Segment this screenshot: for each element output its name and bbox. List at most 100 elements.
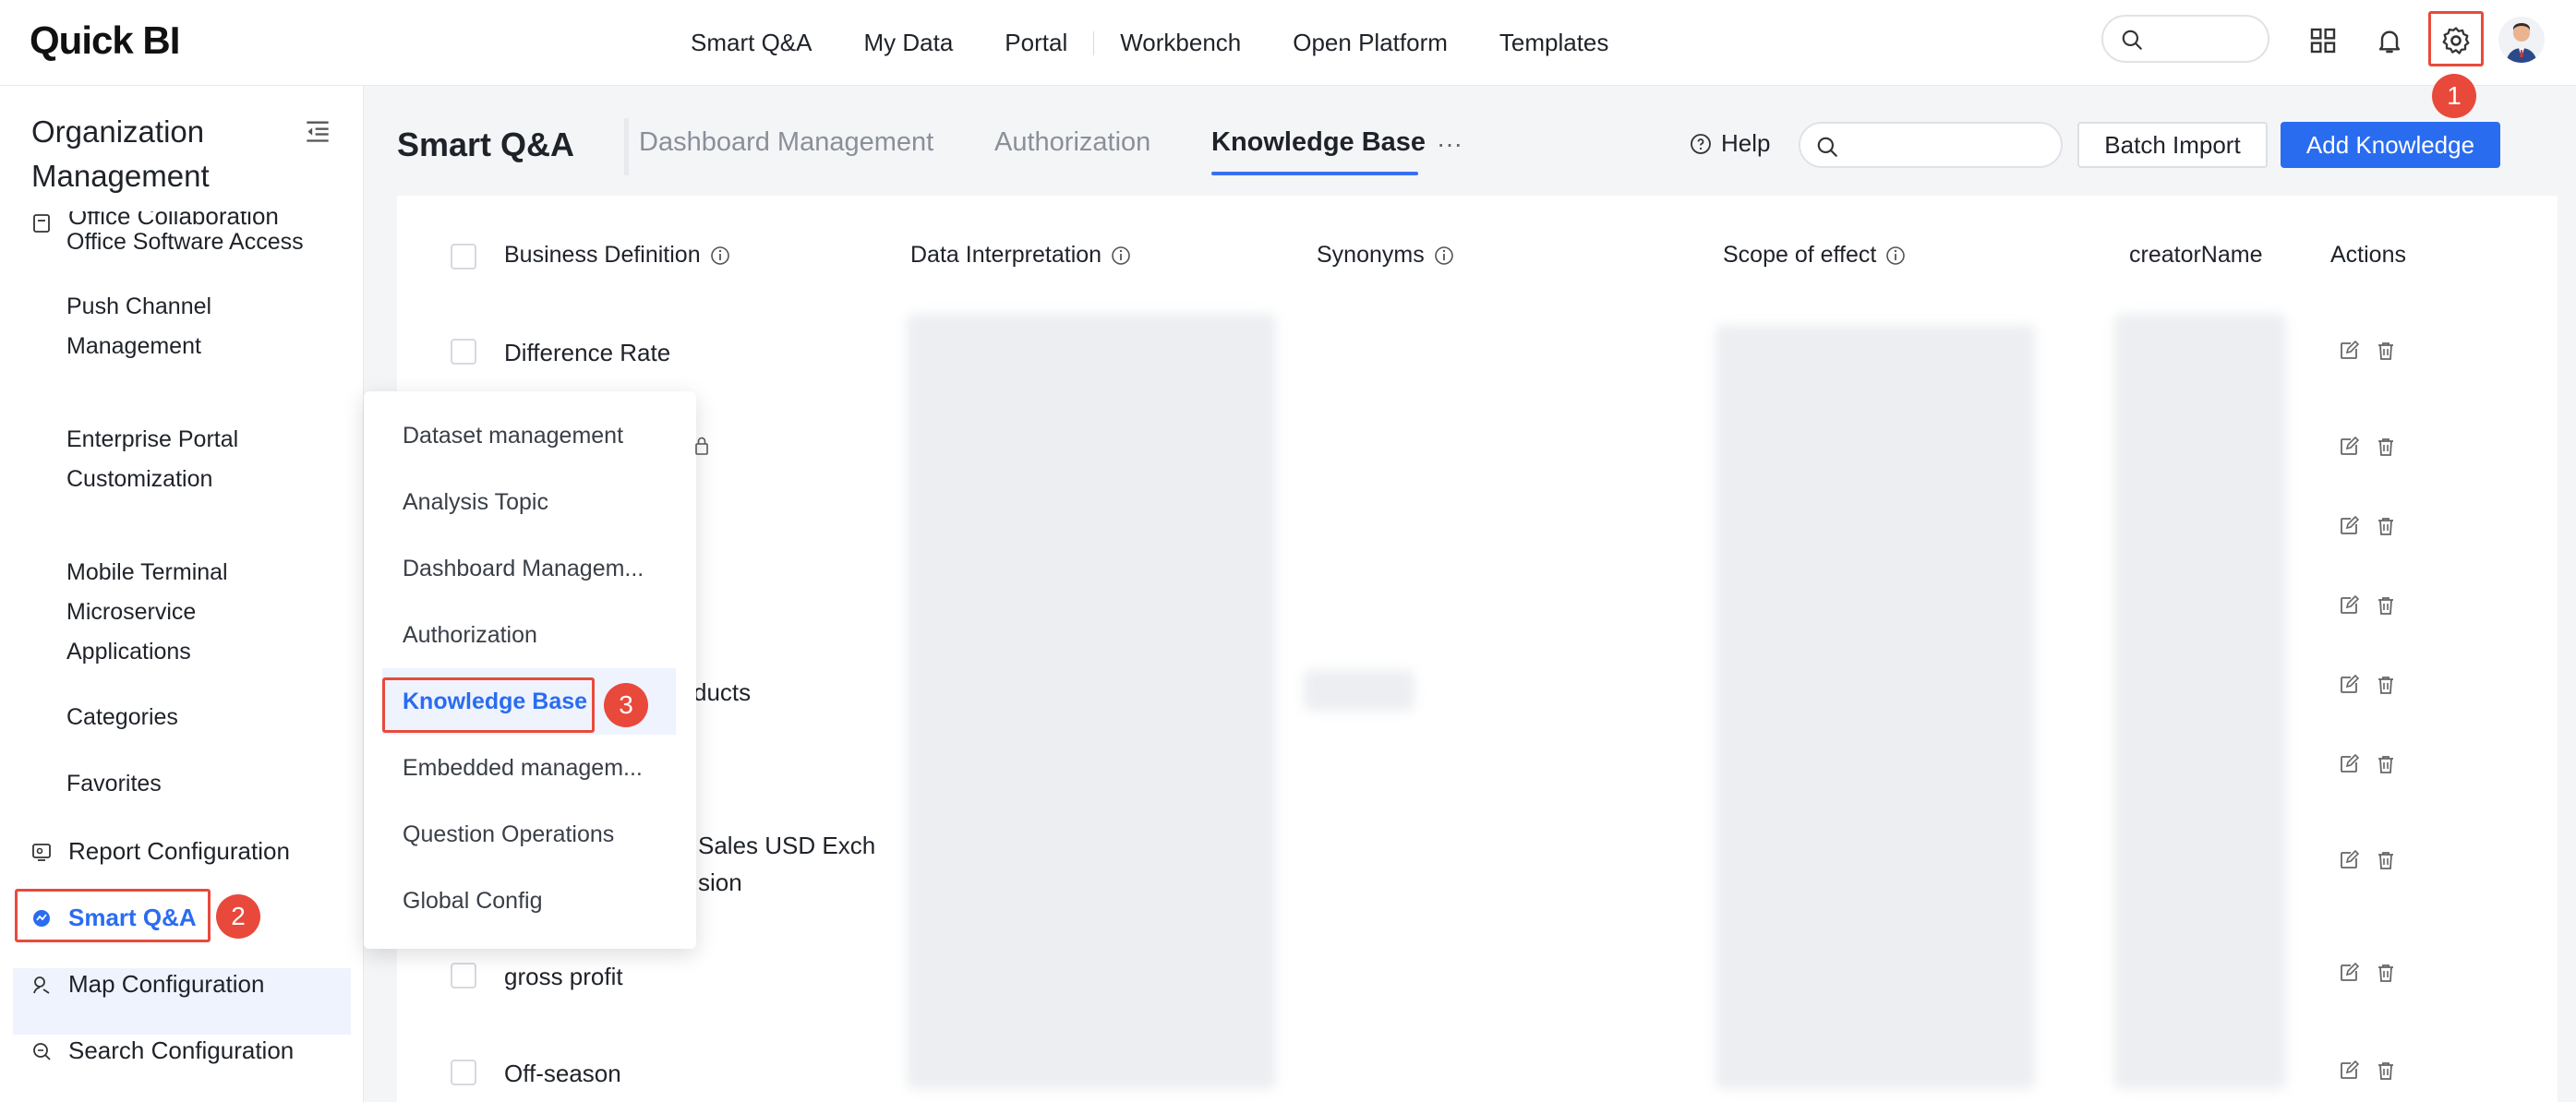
sidebar-group-search-configuration[interactable]: Search Configuration [31, 1036, 294, 1065]
column-header-synonyms: Synonyms [1317, 242, 1454, 269]
knowledge-search-input[interactable] [1799, 122, 2063, 168]
topnav-workbench[interactable]: Workbench [1094, 29, 1267, 57]
quick-bi-logo[interactable]: Quick BI [30, 18, 180, 63]
menu-item-global-config[interactable]: Global Config [403, 888, 542, 915]
edit-icon[interactable] [2338, 753, 2362, 777]
delete-icon[interactable] [2375, 753, 2399, 777]
delete-icon[interactable] [2375, 594, 2399, 618]
global-search-input[interactable] [2101, 15, 2269, 63]
step-badge-3: 3 [604, 683, 648, 727]
edit-icon[interactable] [2338, 849, 2362, 873]
edit-icon[interactable] [2338, 340, 2362, 364]
sidebar: Organization Management Office Collabora… [0, 86, 364, 1102]
delete-icon[interactable] [2375, 674, 2399, 698]
collapse-sidebar-icon[interactable] [305, 119, 331, 143]
select-all-checkbox[interactable] [451, 244, 476, 270]
blurred-scope-of-effect [1715, 325, 2035, 1089]
help-label: Help [1721, 129, 1771, 157]
sidebar-group-report-configuration[interactable]: Report Configuration [31, 837, 290, 866]
menu-item-question-operations[interactable]: Question Operations [403, 821, 614, 848]
menu-item-dashboard-management[interactable]: Dashboard Managem... [403, 556, 644, 582]
delete-icon[interactable] [2375, 436, 2399, 460]
search-config-icon [31, 1041, 52, 1061]
info-icon[interactable] [1885, 246, 1906, 266]
topnav-my-data[interactable]: My Data [837, 29, 979, 57]
row-business-definition: Difference Rate [504, 339, 671, 366]
tab-dashboard-management[interactable]: Dashboard Management [639, 127, 933, 158]
help-link[interactable]: Help [1690, 129, 1770, 158]
sidebar-item-mobile-terminal-microservice[interactable]: Mobile Terminal Microservice Application… [66, 553, 260, 672]
active-tab-indicator [1211, 172, 1418, 175]
sidebar-item-office-software-access[interactable]: Office Software Access [66, 222, 343, 262]
sidebar-item-favorites[interactable]: Favorites [66, 764, 162, 804]
topnav-templates[interactable]: Templates [1474, 29, 1635, 57]
row-business-definition: gross profit [504, 963, 623, 990]
row-business-definition: Sales USD Exch [698, 832, 876, 859]
search-icon [2122, 30, 2142, 50]
edit-icon[interactable] [2338, 515, 2362, 539]
column-header-label: Data Interpretation [910, 242, 1102, 268]
page-title: Smart Q&A [397, 126, 575, 163]
step-badge-1: 1 [2432, 74, 2476, 118]
delete-icon[interactable] [2375, 849, 2399, 873]
top-navigation: Smart Q&A My Data Portal Workbench Open … [665, 0, 1634, 86]
tab-authorization[interactable]: Authorization [994, 127, 1150, 158]
column-header-scope-of-effect: Scope of effect [1723, 242, 1906, 269]
sidebar-group-map-configuration[interactable]: Map Configuration [31, 970, 264, 999]
sidebar-group-label: Map Configuration [68, 970, 265, 998]
delete-icon[interactable] [2375, 962, 2399, 986]
tab-knowledge-base[interactable]: Knowledge Base [1211, 127, 1426, 158]
map-pin-icon [31, 975, 52, 995]
menu-item-dataset-management[interactable]: Dataset management [403, 423, 623, 449]
info-icon[interactable] [1111, 246, 1131, 266]
topnav-open-platform[interactable]: Open Platform [1267, 29, 1474, 57]
more-tabs-icon[interactable]: ··· [1437, 129, 1463, 159]
edit-icon[interactable] [2338, 436, 2362, 460]
sidebar-title: Organization Management [31, 114, 210, 193]
row-checkbox[interactable] [451, 339, 476, 365]
edit-icon[interactable] [2338, 594, 2362, 618]
topnav-portal[interactable]: Portal [979, 29, 1093, 57]
sidebar-group-label: Report Configuration [68, 837, 290, 865]
smart-qa-highlight-box [15, 889, 211, 942]
menu-item-authorization[interactable]: Authorization [403, 622, 537, 649]
avatar[interactable] [2498, 17, 2545, 63]
document-icon [31, 213, 52, 234]
sidebar-group-label: Search Configuration [68, 1036, 295, 1064]
column-header-data-interpretation: Data Interpretation [910, 242, 1131, 269]
sidebar-item-enterprise-portal-customization[interactable]: Enterprise Portal Customization [66, 420, 288, 499]
delete-icon[interactable] [2375, 340, 2399, 364]
sidebar-item-push-channel-management[interactable]: Push Channel Management [66, 287, 279, 366]
sidebar-item-categories[interactable]: Categories [66, 698, 178, 737]
info-icon[interactable] [1434, 246, 1454, 266]
row-business-definition: Off-season [504, 1060, 621, 1087]
help-icon [1691, 133, 1711, 154]
column-header-business-definition: Business Definition [504, 242, 730, 269]
search-icon [1817, 137, 1837, 157]
edit-icon[interactable] [2338, 1060, 2362, 1084]
batch-import-button[interactable]: Batch Import [2077, 122, 2268, 168]
top-bar: Quick BI Smart Q&A My Data Portal Workbe… [0, 0, 2576, 118]
blurred-creator-name [2114, 314, 2286, 1089]
row-business-definition: ducts [693, 678, 752, 706]
app-grid-icon[interactable] [2301, 18, 2345, 63]
column-header-label: Synonyms [1317, 242, 1425, 268]
smart-qa-menu: Dataset management Analysis Topic Dashbo… [364, 391, 696, 949]
blurred-data-interpretation [907, 314, 1276, 1089]
topnav-smart-qa[interactable]: Smart Q&A [665, 29, 837, 57]
lock-icon [695, 437, 708, 455]
bell-icon[interactable] [2367, 18, 2412, 63]
menu-item-embedded-management[interactable]: Embedded managem... [403, 755, 643, 782]
settings-highlight-box [2428, 11, 2484, 66]
edit-icon[interactable] [2338, 674, 2362, 698]
row-checkbox[interactable] [451, 1060, 476, 1085]
column-header-creator-name: creatorName [2129, 242, 2263, 268]
edit-icon[interactable] [2338, 962, 2362, 986]
row-checkbox[interactable] [451, 963, 476, 988]
delete-icon[interactable] [2375, 515, 2399, 539]
info-icon[interactable] [710, 246, 730, 266]
add-knowledge-button[interactable]: Add Knowledge [2281, 122, 2500, 168]
menu-item-analysis-topic[interactable]: Analysis Topic [403, 489, 548, 516]
title-divider [624, 118, 629, 175]
delete-icon[interactable] [2375, 1060, 2399, 1084]
